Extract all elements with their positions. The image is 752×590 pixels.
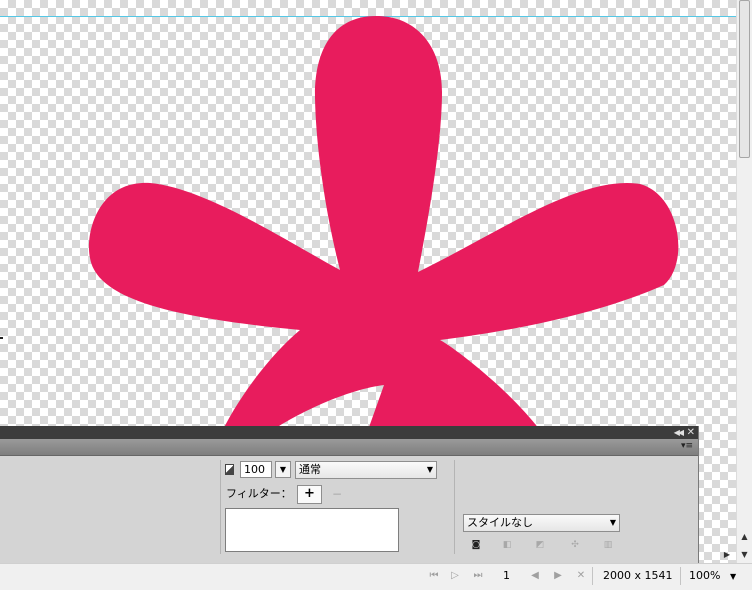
style-edit-icon[interactable]: ✣ [568,538,582,552]
vertical-scrollbar[interactable]: ▲ ▼ [736,0,752,566]
previous-frame-icon[interactable]: ◀ [528,568,542,584]
chevron-down-icon: ▼ [426,465,433,474]
zoom-level[interactable]: 100% [689,568,720,584]
first-page-icon[interactable]: ⏮ [427,568,441,584]
last-page-icon[interactable]: ⏭ [471,568,485,584]
graphic-style-value: スタイルなし [467,516,533,529]
panel-titlebar[interactable]: ◀◀ ✕ [0,426,698,439]
blend-mode-value: 通常 [299,463,321,476]
scroll-right-arrow-icon[interactable]: ▶ [720,548,734,562]
add-filter-button[interactable]: + [297,485,322,504]
trash-icon[interactable]: ▥ [601,538,615,552]
opacity-dropdown-button[interactable]: ▼ [275,461,291,478]
canvas-edge-marker [0,337,3,339]
play-icon[interactable]: ▷ [448,568,462,584]
chevron-down-icon: ▼ [609,518,616,527]
stop-icon[interactable]: ✕ [574,568,588,584]
remove-filter-button[interactable]: − [331,485,343,504]
panel-divider [454,460,455,554]
blend-mode-select[interactable]: 通常 ▼ [295,461,437,479]
page-number[interactable]: 1 [503,568,510,584]
filter-label: フィルター： [226,487,292,500]
scroll-up-arrow-icon[interactable]: ▲ [737,530,752,544]
document-size: 2000 x 1541 [603,569,673,582]
properties-panel: ◀◀ ✕ ▾≡ 100 ▼ 通常 ▼ フィルター： + − スタイルなし ▼ ◙… [0,426,699,563]
panel-divider [220,460,221,554]
scroll-down-arrow-icon[interactable]: ▼ [737,548,752,562]
break-link-icon[interactable]: ◧ [500,538,514,552]
filter-list[interactable] [225,508,399,552]
update-style-icon[interactable]: ◩ [533,538,547,552]
next-frame-icon[interactable]: ▶ [551,568,565,584]
opacity-icon [225,464,234,475]
status-separator [592,567,593,585]
graphic-style-select[interactable]: スタイルなし ▼ [463,514,620,532]
status-bar: ⏮ ▷ ⏭ 1 ◀ ▶ ✕ 2000 x 1541 100% ▼ [0,563,752,590]
opacity-input[interactable]: 100 [240,461,272,478]
panel-header: ▾≡ [0,439,698,456]
panel-menu-icon[interactable]: ▾≡ [681,441,693,452]
close-icon[interactable]: ✕ [687,426,695,439]
double-chevron-left-icon[interactable]: ◀◀ [674,426,684,439]
chevron-down-icon[interactable]: ▼ [730,568,736,586]
vertical-scroll-thumb[interactable] [739,0,750,158]
new-style-icon[interactable]: ◙ [469,538,483,552]
status-separator [680,567,681,585]
